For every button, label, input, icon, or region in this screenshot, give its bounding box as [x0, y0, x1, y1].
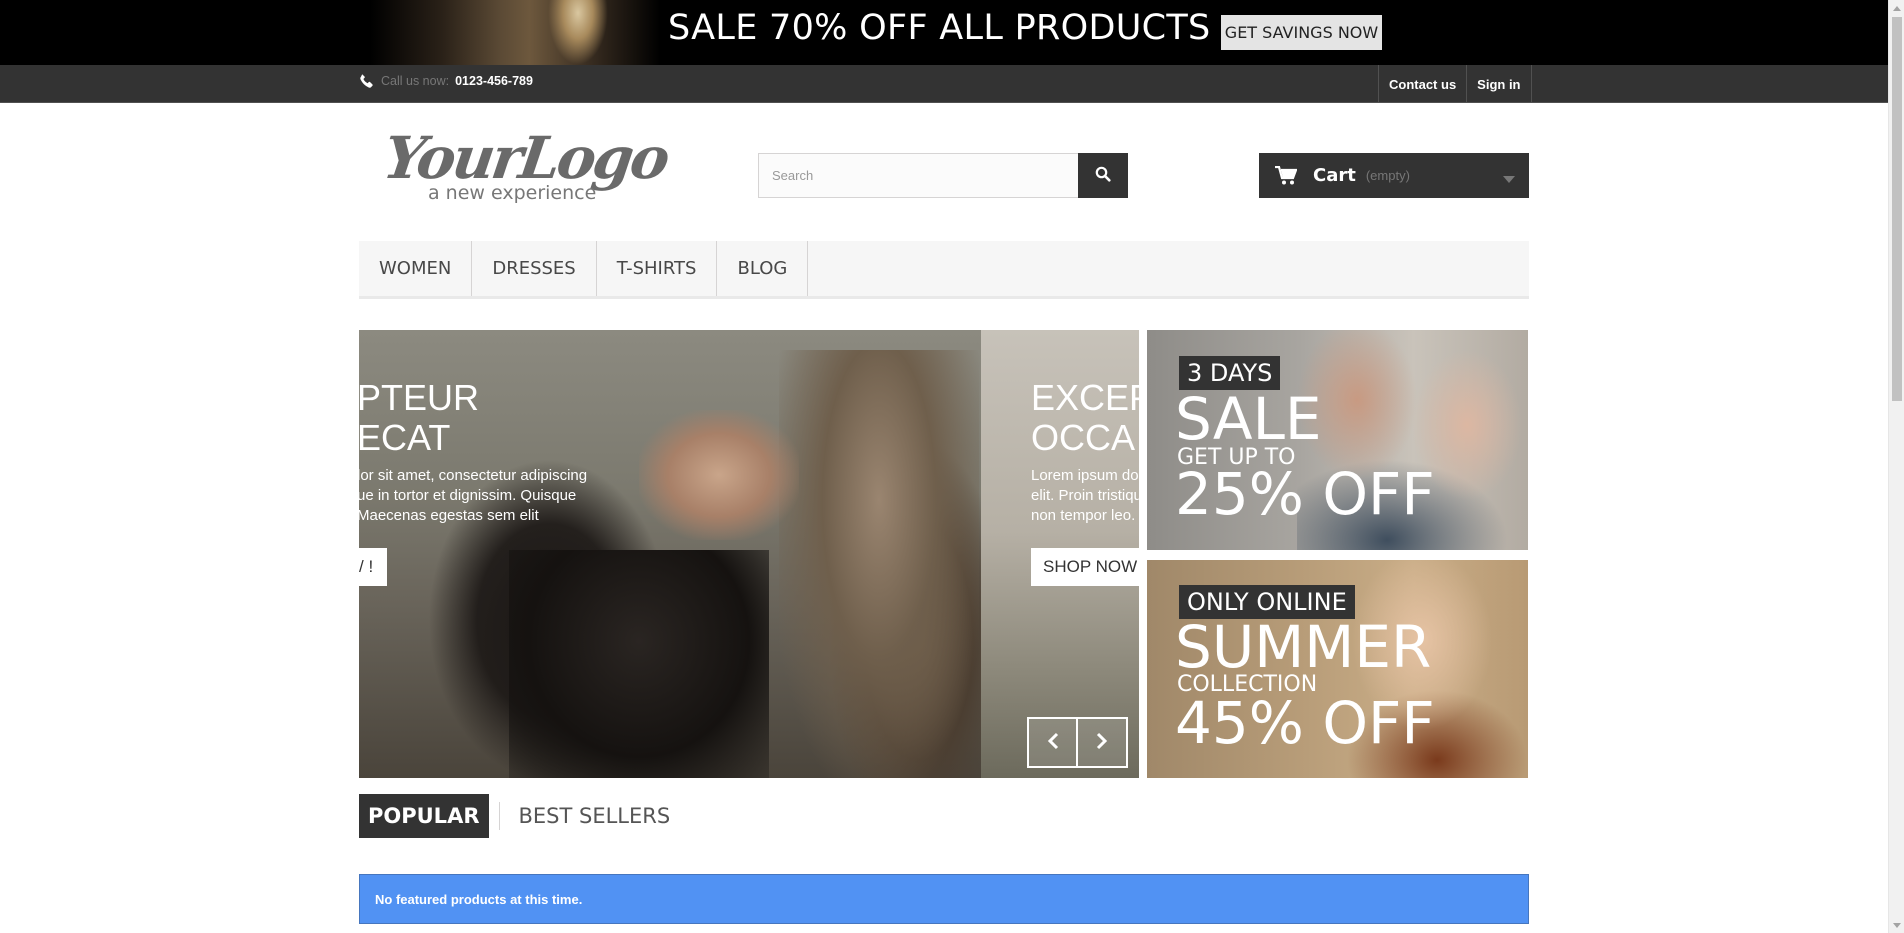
scroll-up-arrow-icon[interactable] [1889, 0, 1904, 16]
slider-prev-button[interactable] [1027, 717, 1078, 768]
slide2-description-line3: non tempor leo. [1031, 507, 1136, 524]
chevron-down-icon [1503, 171, 1515, 189]
logo-tagline: a new experience [428, 182, 597, 204]
search-icon [1095, 166, 1111, 185]
cart-status: (empty) [1365, 168, 1410, 183]
promo-tile-sale[interactable]: 3 DAYS SALE GET UP TO 25% OFF [1147, 330, 1528, 550]
promo-model-image [548, 0, 608, 65]
slide-shop-now-button[interactable]: / ! [359, 548, 387, 586]
cart-label: Cart [1313, 165, 1356, 186]
slide-description-line3: Maecenas egestas sem elit [359, 507, 539, 524]
search-form [758, 153, 1128, 198]
phone-number: 0123-456-789 [455, 74, 533, 88]
slide-title-line2: ECAT [359, 417, 451, 458]
product-tabs: POPULAR BEST SELLERS [359, 794, 679, 838]
scrollbar-thumb[interactable] [1892, 17, 1902, 401]
sign-in-link[interactable]: Sign in [1467, 65, 1532, 103]
cart-button[interactable]: Cart (empty) [1259, 153, 1529, 198]
promo-tile-summer[interactable]: ONLY ONLINE SUMMER COLLECTION 45% OFF [1147, 560, 1528, 778]
topbar-links: Contact us Sign in [1378, 65, 1532, 103]
slider-next-button[interactable] [1078, 717, 1128, 768]
slide-description-line2: ue in tortor et dignissim. Quisque [359, 487, 577, 504]
slide2-title-line2: OCCA [1031, 417, 1136, 458]
slide2-description-line2: elit. Proin tristiqu [1031, 487, 1139, 504]
slide-image-2: EXCEP OCCA Lorem ipsum do elit. Proin tr… [981, 330, 1139, 778]
tab-popular[interactable]: POPULAR [359, 794, 489, 838]
no-products-alert: No featured products at this time. [359, 874, 1529, 924]
get-savings-button[interactable]: GET SAVINGS NOW [1221, 15, 1382, 50]
slide2-shop-now-button[interactable]: SHOP NOW [1031, 548, 1139, 586]
call-us-label: Call us now: [381, 74, 450, 88]
slide-image-couple: PTEUR ECAT lor sit amet, consectetur adi… [359, 330, 981, 778]
site-logo[interactable]: YourLogo a new experience [379, 118, 671, 218]
menu-item-women[interactable]: WOMEN [359, 241, 473, 296]
chevron-left-icon [1047, 732, 1059, 753]
slide-woman-jacket [509, 550, 769, 778]
tab-best-sellers[interactable]: BEST SELLERS [510, 794, 680, 838]
tile-summer-heading: SUMMER [1175, 613, 1432, 681]
tile-discount-45: 45% OFF [1175, 689, 1435, 757]
tile-discount-25: 25% OFF [1175, 460, 1435, 528]
search-button[interactable] [1078, 153, 1128, 198]
tile-sale-heading: SALE [1175, 385, 1322, 453]
search-input[interactable] [758, 153, 1078, 198]
page-scrollbar[interactable] [1888, 0, 1904, 933]
slide2-description-line1: Lorem ipsum do [1031, 467, 1139, 484]
menu-item-dresses[interactable]: DRESSES [472, 241, 597, 296]
tab-divider [498, 802, 500, 830]
top-nav-bar: Call us now: 0123-456-789 Contact us Sig… [0, 65, 1888, 103]
main-menu: WOMEN DRESSES T-SHIRTS BLOG [359, 241, 1529, 299]
menu-item-tshirts[interactable]: T-SHIRTS [597, 241, 718, 296]
slide-man-figure [779, 350, 979, 778]
promo-banner[interactable]: SALE 70% OFF ALL PRODUCTS GET SAVINGS NO… [0, 0, 1888, 65]
phone-icon [359, 73, 375, 89]
menu-item-blog[interactable]: BLOG [717, 241, 809, 296]
slider-controls [1027, 717, 1128, 768]
scroll-down-arrow-icon[interactable] [1889, 917, 1904, 933]
slide-description-line1: lor sit amet, consectetur adipiscing [359, 467, 588, 484]
contact-us-link[interactable]: Contact us [1379, 65, 1468, 103]
cart-icon [1275, 166, 1297, 185]
chevron-right-icon [1096, 732, 1108, 753]
homepage-slider[interactable]: PTEUR ECAT lor sit amet, consectetur adi… [359, 330, 1139, 778]
slide-title-line1: PTEUR [359, 377, 480, 418]
slide-woman-head [639, 410, 799, 540]
promo-banner-image [370, 0, 660, 65]
slide2-title-line1: EXCEP [1031, 377, 1139, 418]
promo-banner-text: SALE 70% OFF ALL PRODUCTS [668, 8, 1211, 48]
contact-phone: Call us now: 0123-456-789 [359, 73, 533, 89]
